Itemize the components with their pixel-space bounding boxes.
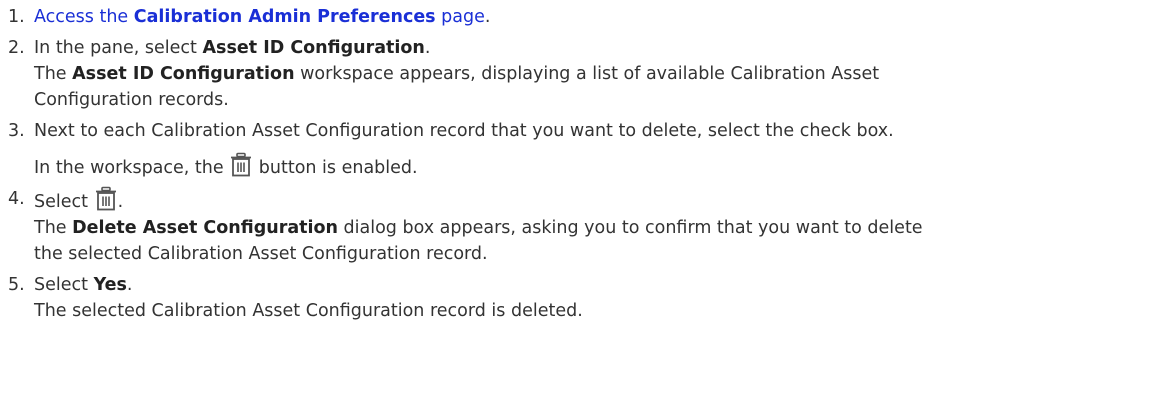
delete-asset-configuration-term: Delete Asset Configuration: [72, 218, 338, 238]
step-4: 4. Select . The Delete Asset Configurati…: [8, 186, 1148, 267]
step-3: 3. Next to each Calibration Asset Config…: [8, 118, 1148, 181]
step-number: 4.: [8, 189, 25, 209]
procedure-steps: 1. Access the Calibration Admin Preferen…: [8, 4, 1148, 324]
step-body: Access the Calibration Admin Preferences…: [34, 4, 1148, 30]
step-5: 5. Select Yes. The selected Calibration …: [8, 272, 1148, 324]
step-body: In the pane, select Asset ID Configurati…: [34, 35, 1148, 113]
step-number: 3.: [8, 121, 25, 141]
step-body: Next to each Calibration Asset Configura…: [34, 118, 1148, 181]
step-result: In the workspace, the button is enabled.: [34, 152, 1148, 181]
instruction-text: In the pane, select: [34, 38, 203, 58]
asset-id-configuration-term: Asset ID Configuration: [202, 38, 425, 58]
result-text: In the workspace, the: [34, 158, 230, 178]
step-instruction: In the pane, select Asset ID Configurati…: [34, 35, 1148, 61]
step-result-continued: Configuration records.: [34, 90, 229, 110]
period: .: [484, 7, 491, 27]
result-text: dialog box appears, asking you to confir…: [337, 218, 923, 238]
step-2: 2. In the pane, select Asset ID Configur…: [8, 35, 1148, 113]
step-instruction: Next to each Calibration Asset Configura…: [34, 121, 894, 141]
link-text-post: page: [435, 7, 485, 27]
period: .: [117, 192, 124, 212]
result-text: The: [34, 218, 73, 238]
step-body: Select . The Delete Asset Configuration …: [34, 186, 1148, 267]
trash-icon: [94, 186, 118, 212]
calibration-admin-preferences-link[interactable]: Access the Calibration Admin Preferences…: [34, 7, 485, 27]
step-result: The selected Calibration Asset Configura…: [34, 301, 583, 321]
yes-term: Yes: [93, 275, 127, 295]
instruction-text: Select: [34, 192, 94, 212]
procedure-page: 1. Access the Calibration Admin Preferen…: [0, 0, 1160, 400]
instruction-text: Select: [34, 275, 94, 295]
step-result-continued: the selected Calibration Asset Configura…: [34, 244, 488, 264]
asset-id-configuration-term: Asset ID Configuration: [72, 64, 295, 84]
step-number: 2.: [8, 38, 25, 58]
step-number: 1.: [8, 7, 25, 27]
trash-icon: [229, 152, 253, 178]
result-text: button is enabled.: [253, 158, 418, 178]
result-text: workspace appears, displaying a list of …: [294, 64, 880, 84]
period: .: [424, 38, 431, 58]
step-result: The Delete Asset Configuration dialog bo…: [34, 215, 1148, 241]
link-text-pre: Access the: [34, 7, 134, 27]
step-result: The Asset ID Configuration workspace app…: [34, 61, 1148, 87]
period: .: [126, 275, 133, 295]
step-instruction: Select Yes.: [34, 272, 1148, 298]
link-text-bold: Calibration Admin Preferences: [133, 7, 436, 27]
result-text: The: [34, 64, 73, 84]
step-body: Select Yes. The selected Calibration Ass…: [34, 272, 1148, 324]
step-1: 1. Access the Calibration Admin Preferen…: [8, 4, 1148, 30]
step-number: 5.: [8, 275, 25, 295]
step-instruction: Access the Calibration Admin Preferences…: [34, 4, 1148, 30]
step-instruction: Select .: [34, 186, 1148, 215]
